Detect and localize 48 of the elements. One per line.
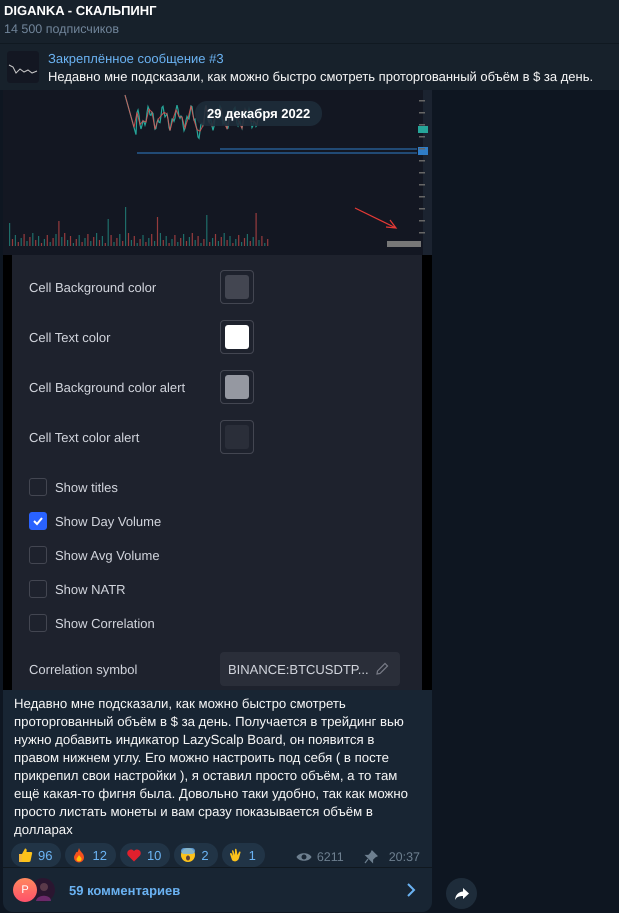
symbol-field[interactable]: BINANCE:BTCUSDTP... <box>220 652 400 686</box>
date-badge: 29 декабря 2022 <box>195 101 322 126</box>
comments-link[interactable]: 59 комментариев <box>69 882 180 898</box>
share-button[interactable] <box>446 878 477 909</box>
setting-label: Cell Text color alert <box>29 430 140 444</box>
annotation-arrow <box>354 207 398 229</box>
view-count: 6211 <box>316 850 344 864</box>
setting-label: Correlation symbol <box>29 662 138 676</box>
color-swatch[interactable] <box>220 270 254 304</box>
check-icon <box>32 515 44 527</box>
pinned-text: Недавно мне подсказали, как можно быстро смотреть проторгованный объём в $ за день. <box>48 68 594 84</box>
setting-label: Cell Text color <box>29 330 112 344</box>
checkbox-label: Show Avg Volume <box>55 548 160 562</box>
checkbox[interactable] <box>29 614 47 632</box>
thumbs-up-icon <box>17 847 33 863</box>
reaction-button[interactable]: 12 <box>65 843 116 867</box>
checkbox-label: Show titles <box>55 480 118 494</box>
heart-icon <box>126 847 142 863</box>
eye-icon <box>296 851 312 863</box>
chevron-right-icon[interactable] <box>406 883 416 897</box>
reaction-button[interactable]: 2 <box>174 843 218 867</box>
channel-title: DIGANKA - СКАЛЬПИНГ <box>4 2 157 18</box>
setting-label: Cell Background color alert <box>29 380 186 394</box>
color-swatch[interactable] <box>220 420 254 454</box>
color-swatch[interactable] <box>220 370 254 404</box>
checkbox-label: Show Correlation <box>55 616 155 630</box>
message-text: Недавно мне подсказали, как можно быстро смотреть проторгованный объём в $ за день. Получается в трейдинг вью нужно добавить индикатор LazyScalp Board, он появится в правом нижнем углу. Его можно настроить под себя ( в посте прикрепил свои настройки ), я оставил просто объём, а то там ещё какая-то фигня была. Довольно таки удобно, так как можно просто листать монеты и вам сразу показывается объём в долларах <box>14 696 408 837</box>
checkbox-label: Show NATR <box>55 582 126 596</box>
pinned-thumbnail[interactable] <box>7 51 39 83</box>
color-swatch[interactable] <box>220 320 254 354</box>
setting-label: Cell Background color <box>29 280 158 294</box>
pinned-title[interactable]: Закреплённое сообщение #3 <box>48 50 224 66</box>
checkbox[interactable] <box>29 512 47 530</box>
share-arrow-icon <box>454 886 470 900</box>
price-tag <box>418 126 428 133</box>
pencil-icon[interactable] <box>374 661 390 677</box>
reaction-button[interactable]: 1 <box>222 843 265 867</box>
shocked-emoji-icon <box>180 847 196 863</box>
checkbox[interactable] <box>29 478 47 496</box>
checkbox-label: Show Day Volume <box>55 514 162 528</box>
checkbox[interactable] <box>29 546 47 564</box>
subscriber-count: 14 500 подписчиков <box>4 22 120 36</box>
message-time: 20:37 <box>388 850 420 864</box>
checkbox[interactable] <box>29 580 47 598</box>
reaction-button[interactable]: 10 <box>120 843 170 867</box>
commenter-avatar: P <box>13 878 37 902</box>
reaction-button[interactable]: 96 <box>11 843 62 867</box>
pin-icon <box>364 850 378 864</box>
